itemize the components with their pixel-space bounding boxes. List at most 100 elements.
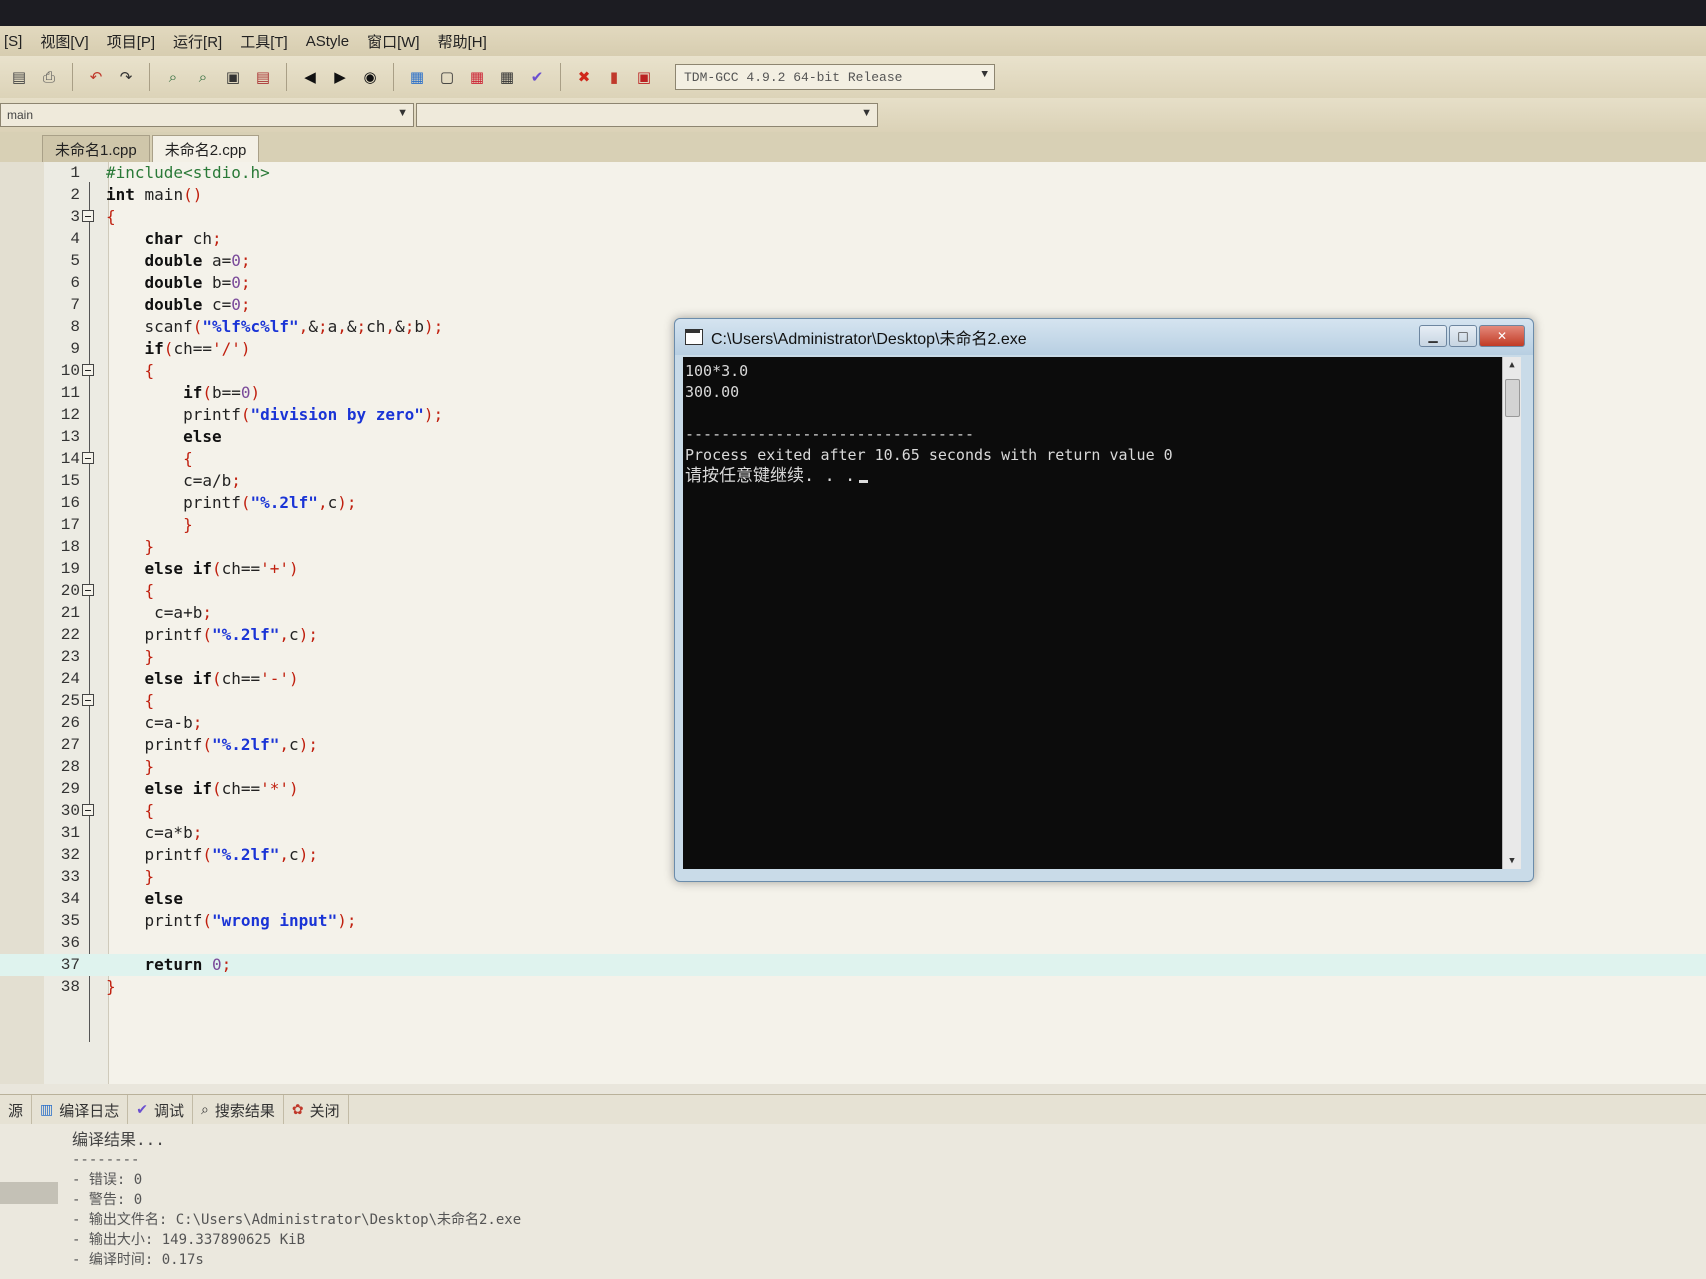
menu-item-project[interactable]: 项目[P] (107, 31, 155, 52)
minimize-icon[interactable]: ▁ (1419, 325, 1447, 347)
find-icon[interactable]: ⌕ (161, 65, 185, 89)
class-scope-select[interactable]: main ▼ (0, 103, 414, 127)
menu-item-help[interactable]: 帮助[H] (438, 31, 487, 52)
menu-item-run[interactable]: 运行[R] (173, 31, 222, 52)
rebuild-icon[interactable]: ▦ (495, 65, 519, 89)
compile-icon[interactable]: ▦ (405, 65, 429, 89)
console-scrollbar[interactable]: ▲ ▼ (1502, 357, 1521, 869)
code-text: else if(ch=='+') (144, 559, 299, 578)
menu-item-file[interactable]: [S] (4, 33, 22, 50)
line-number: 8 (70, 318, 80, 336)
line-number: 17 (60, 516, 80, 534)
bottom-panel-tabs: 源 ▥ 编译日志 ✔ 调试 ⌕ 搜索结果 ✿ 关闭 (0, 1094, 1706, 1126)
save-all-icon[interactable]: ▤ (7, 65, 31, 89)
fold-toggle-icon[interactable] (82, 804, 94, 816)
fold-toggle-icon[interactable] (82, 694, 94, 706)
code-line[interactable]: 6 double b=0; (0, 272, 1706, 294)
compile-run-icon[interactable]: ▦ (465, 65, 489, 89)
console-title-bar[interactable]: C:\Users\Administrator\Desktop\未命名2.exe … (675, 319, 1533, 355)
code-line[interactable]: 38} (0, 976, 1706, 998)
tab-debug[interactable]: ✔ 调试 (128, 1095, 194, 1125)
code-line[interactable]: 3{ (0, 206, 1706, 228)
run-icon[interactable]: ▢ (435, 65, 459, 89)
tab-file-1[interactable]: 未命名1.cpp (42, 135, 150, 162)
code-line[interactable]: 5 double a=0; (0, 250, 1706, 272)
forward-icon[interactable]: ▶ (328, 65, 352, 89)
scroll-up-icon[interactable]: ▲ (1503, 357, 1521, 373)
code-text: } (106, 977, 116, 996)
debug-icon[interactable]: ▣ (632, 65, 656, 89)
line-number: 20 (60, 582, 80, 600)
code-line[interactable]: 4 char ch; (0, 228, 1706, 250)
line-number: 38 (60, 978, 80, 996)
line-number: 25 (60, 692, 80, 710)
undo-icon[interactable]: ↶ (84, 65, 108, 89)
indent-icon[interactable]: ▣ (221, 65, 245, 89)
code-line[interactable]: 7 double c=0; (0, 294, 1706, 316)
log-line: - 错误: 0 (72, 1172, 143, 1188)
compiler-select-value: TDM-GCC 4.9.2 64-bit Release (684, 69, 903, 85)
code-text: } (144, 537, 155, 556)
code-text: { (144, 581, 155, 600)
code-text: scanf("%lf%c%lf",&;a,&;ch,&;b); (106, 317, 444, 336)
console-window[interactable]: C:\Users\Administrator\Desktop\未命名2.exe … (674, 318, 1534, 882)
tab-close[interactable]: ✿ 关闭 (284, 1095, 349, 1125)
code-text: { (144, 691, 155, 710)
compiler-select[interactable]: TDM-GCC 4.9.2 64-bit Release ▼ (675, 64, 995, 90)
menu-item-view[interactable]: 视图[V] (40, 31, 88, 52)
code-line[interactable]: 2 int main() (0, 184, 1706, 206)
line-number: 28 (60, 758, 80, 776)
chart-icon[interactable]: ▮ (602, 65, 626, 89)
line-number: 3 (70, 208, 80, 226)
log-line: 编译结果... (72, 1130, 165, 1149)
console-line: 100*3.0 (685, 362, 749, 380)
code-line[interactable]: 37 return 0; (0, 954, 1706, 976)
menu-item-astyle[interactable]: AStyle (306, 33, 349, 50)
tab-search-results[interactable]: ⌕ 搜索结果 (193, 1095, 284, 1125)
console-output[interactable]: ▲ ▼ 100*3.0 300.00 -----------------------… (683, 357, 1521, 869)
close-icon[interactable]: ✕ (1479, 325, 1525, 347)
menu-bar: [S] 视图[V] 项目[P] 运行[R] 工具[T] AStyle 窗口[W]… (0, 26, 1706, 56)
code-line[interactable]: 36 (0, 932, 1706, 954)
print-icon[interactable]: ⎙ (37, 65, 61, 89)
scope-bar: main ▼ ▼ (0, 98, 1706, 132)
stop-icon[interactable]: ✖ (572, 65, 596, 89)
code-line[interactable]: 34 else (0, 888, 1706, 910)
file-tabs: 未命名1.cpp 未命名2.cpp (0, 132, 1706, 163)
text-cursor (859, 480, 869, 483)
back-icon[interactable]: ◀ (298, 65, 322, 89)
code-text: else (144, 889, 184, 908)
tab-compile-log[interactable]: ▥ 编译日志 (32, 1095, 129, 1125)
redo-icon[interactable]: ↷ (114, 65, 138, 89)
line-number: 23 (60, 648, 80, 666)
syntax-check-icon[interactable]: ✔ (525, 65, 549, 89)
toolbar-divider (286, 63, 287, 91)
close-panel-icon: ✿ (291, 1102, 304, 1118)
scrollbar-thumb[interactable] (1505, 379, 1520, 417)
replace-icon[interactable]: ⌕ (191, 65, 215, 89)
code-text: printf("%.2lf",c); (106, 493, 357, 512)
function-scope-select[interactable]: ▼ (416, 103, 878, 127)
scroll-down-icon[interactable]: ▼ (1503, 853, 1521, 869)
line-number: 30 (60, 802, 80, 820)
tab-resources[interactable]: 源 (0, 1095, 33, 1125)
code-line[interactable]: 35 printf("wrong input"); (0, 910, 1706, 932)
code-text: } (183, 515, 193, 534)
bookmark-icon[interactable]: ◉ (358, 65, 382, 89)
tab-compile-log-label: 编译日志 (59, 1102, 120, 1120)
maximize-icon[interactable]: □ (1449, 325, 1477, 347)
log-line: - 输出文件名: C:\Users\Administrator\Desktop\… (72, 1212, 522, 1228)
menu-item-window[interactable]: 窗口[W] (367, 31, 420, 52)
code-text: if(ch=='/') (144, 339, 251, 358)
code-line[interactable]: 1 #include<stdio.h> (0, 162, 1706, 184)
menu-item-tools[interactable]: 工具[T] (240, 31, 288, 52)
fold-toggle-icon[interactable] (82, 364, 94, 376)
fold-toggle-icon[interactable] (82, 210, 94, 222)
toolbar: ▤ ⎙ ↶ ↷ ⌕ ⌕ ▣ ▤ ◀ ▶ ◉ ▦ ▢ ▦ ▦ ✔ ✖ ▮ ▣ TD… (0, 56, 1706, 99)
tab-file-2[interactable]: 未命名2.cpp (151, 135, 260, 162)
fold-toggle-icon[interactable] (82, 584, 94, 596)
line-number: 2 (70, 186, 80, 204)
code-text: #include<stdio.h> (106, 163, 270, 182)
unindent-icon[interactable]: ▤ (251, 65, 275, 89)
fold-toggle-icon[interactable] (82, 452, 94, 464)
